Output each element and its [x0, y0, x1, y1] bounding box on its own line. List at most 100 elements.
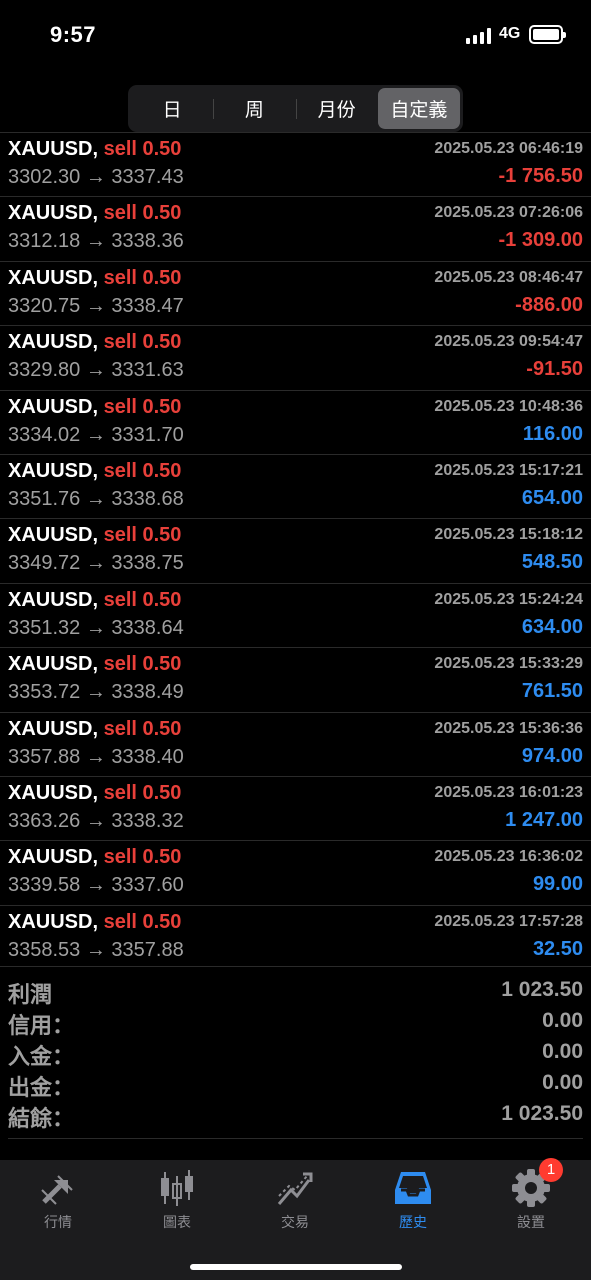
trade-row[interactable]: XAUUSD, sell 0.50 2025.05.23 15:33:29 3353… — [0, 647, 591, 711]
tab-quotes[interactable]: 行情 — [8, 1168, 108, 1238]
trade-row[interactable]: XAUUSD, sell 0.50 2025.05.23 16:01:23 3363… — [0, 775, 591, 840]
trade-prices: 3349.72 → 3338.75 — [8, 552, 184, 575]
trade-prices: 3312.18 → 3338.36 — [8, 230, 184, 253]
trade-title: XAUUSD, sell 0.50 — [8, 202, 181, 225]
history-tray-icon — [393, 1168, 433, 1208]
tab-quotes-label: 行情 — [44, 1214, 72, 1230]
trade-time: 2025.05.23 15:36:36 — [434, 719, 583, 737]
trade-title: XAUUSD, sell 0.50 — [8, 718, 181, 741]
trade-symbol: XAUUSD, — [8, 266, 99, 289]
trade-side-volume: sell 0.50 — [103, 202, 182, 225]
arrow-icon: → — [85, 166, 106, 188]
trade-time: 2025.05.23 16:36:02 — [434, 848, 583, 866]
segment-custom[interactable]: 自定義 — [377, 88, 460, 129]
candlestick-chart-icon — [157, 1168, 197, 1208]
arrow-icon: → — [85, 938, 106, 961]
settings-badge: 1 — [539, 1158, 563, 1182]
battery-icon — [529, 25, 566, 44]
trade-row[interactable]: XAUUSD, sell 0.50 2025.05.23 09:54:47 3329… — [0, 325, 591, 389]
trade-symbol: XAUUSD, — [8, 459, 99, 482]
close-price: 3338.64 — [111, 616, 184, 639]
open-price: 3320.75 — [8, 294, 81, 317]
close-price: 3338.36 — [111, 230, 184, 253]
open-price: 3349.72 — [8, 552, 81, 575]
tab-history[interactable]: 歷史 — [363, 1168, 463, 1238]
segment-month[interactable]: 月份 — [295, 88, 378, 129]
summary-value: 0.00 — [542, 1071, 583, 1094]
trade-prices: 3351.76 → 3338.68 — [8, 488, 184, 511]
open-price: 3357.88 — [8, 745, 81, 768]
open-price: 3329.80 — [8, 359, 81, 382]
trade-time: 2025.05.23 15:33:29 — [434, 655, 583, 673]
tab-charts[interactable]: 圖表 — [127, 1168, 227, 1238]
summary-label: 結餘： — [8, 1106, 75, 1131]
summary-label: 出金： — [8, 1075, 75, 1100]
trade-row[interactable]: XAUUSD, sell 0.50 2025.05.23 10:48:36 3334… — [0, 389, 591, 454]
trade-prices: 3363.26 → 3338.32 — [8, 810, 184, 833]
segment-day[interactable]: 日 — [131, 88, 213, 129]
close-price: 3337.43 — [111, 166, 184, 188]
trade-prices: 3353.72 → 3338.49 — [8, 681, 184, 704]
trade-title: XAUUSD, sell 0.50 — [8, 524, 181, 547]
trade-row[interactable]: XAUUSD, sell 0.50 2025.05.23 07:26:06 3312… — [0, 196, 591, 260]
trade-side-volume: sell 0.50 — [103, 331, 182, 354]
trade-profit: 99.00 — [532, 873, 583, 896]
open-price: 3358.53 — [8, 938, 81, 961]
tab-trade[interactable]: 交易 — [245, 1168, 345, 1238]
trade-side-volume: sell 0.50 — [103, 717, 182, 740]
network-type: 4G — [499, 25, 521, 42]
status-time: 9:57 — [50, 22, 97, 47]
trade-row[interactable]: XAUUSD, sell 0.50 2025.05.23 06:46:19 3302… — [0, 132, 591, 196]
trade-title: XAUUSD, sell 0.50 — [8, 138, 181, 161]
trade-prices: 3320.75 → 3338.47 — [8, 295, 184, 318]
summary-row: 出金： 0.00 — [0, 1070, 591, 1101]
trade-prices: 3302.30 → 3337.43 — [8, 166, 184, 189]
trade-side-volume: sell 0.50 — [103, 395, 182, 418]
segment-week[interactable]: 周 — [213, 88, 295, 129]
trade-symbol: XAUUSD, — [8, 846, 99, 869]
arrow-icon: → — [85, 294, 106, 317]
summary-label: 信用： — [8, 1013, 75, 1038]
bottom-tab-bar: 行情 圖表 交易 歷史 1 設置 — [0, 1158, 591, 1280]
trade-side-volume: sell 0.50 — [103, 588, 182, 611]
close-price: 3331.63 — [111, 359, 184, 382]
open-price: 3334.02 — [8, 423, 81, 446]
trade-time: 2025.05.23 06:46:19 — [434, 140, 583, 157]
arrow-icon: → — [85, 681, 106, 704]
tab-settings[interactable]: 1 設置 — [481, 1158, 581, 1238]
trade-symbol: XAUUSD, — [8, 202, 99, 225]
arrow-icon: → — [85, 616, 106, 639]
arrow-icon: → — [85, 359, 106, 382]
trade-row[interactable]: XAUUSD, sell 0.50 2025.05.23 15:18:12 3349… — [0, 518, 591, 582]
open-price: 3363.26 — [8, 809, 81, 832]
trade-profit: -1 756.50 — [498, 165, 583, 187]
trade-side-volume: sell 0.50 — [103, 781, 182, 804]
summary-value: 0.00 — [542, 1009, 583, 1032]
trade-row[interactable]: XAUUSD, sell 0.50 2025.05.23 15:24:24 3351… — [0, 582, 591, 647]
trade-profit: 32.50 — [532, 937, 583, 960]
summary-value: 1 023.50 — [501, 978, 583, 1001]
tab-settings-label: 設置 — [517, 1214, 545, 1230]
trade-title: XAUUSD, sell 0.50 — [8, 331, 181, 354]
trade-row[interactable]: XAUUSD, sell 0.50 2025.05.23 08:46:47 3320… — [0, 260, 591, 325]
status-bar: 9:57 4G — [0, 0, 591, 70]
summary-row: 利潤 1 023.50 — [0, 977, 591, 1008]
trade-side-volume: sell 0.50 — [103, 138, 182, 160]
trade-symbol: XAUUSD, — [8, 653, 99, 676]
trade-row[interactable]: XAUUSD, sell 0.50 2025.05.23 15:17:21 3351… — [0, 453, 591, 518]
trade-prices: 3329.80 → 3331.63 — [8, 359, 184, 382]
trade-row[interactable]: XAUUSD, sell 0.50 2025.05.23 16:36:02 3339… — [0, 840, 591, 904]
trade-row[interactable]: XAUUSD, sell 0.50 2025.05.23 17:57:28 3358… — [0, 904, 591, 969]
trade-symbol: XAUUSD, — [8, 910, 99, 933]
summary-section: 利潤 1 023.50 信用： 0.00 入金： 0.00 出金： 0.00 結餘： 1 023.… — [0, 966, 591, 1132]
trade-time: 2025.05.23 10:48:36 — [434, 397, 583, 415]
trade-prices: 3358.53 → 3357.88 — [8, 939, 184, 962]
trade-side-volume: sell 0.50 — [103, 846, 182, 869]
close-price: 3357.88 — [111, 938, 184, 961]
trade-title: XAUUSD, sell 0.50 — [8, 267, 181, 290]
trade-profit: -1 309.00 — [498, 229, 583, 252]
arrow-icon: → — [85, 874, 106, 897]
trade-time: 2025.05.23 15:17:21 — [434, 461, 583, 479]
trade-time: 2025.05.23 09:54:47 — [434, 333, 583, 351]
trade-row[interactable]: XAUUSD, sell 0.50 2025.05.23 15:36:36 3357… — [0, 711, 591, 776]
